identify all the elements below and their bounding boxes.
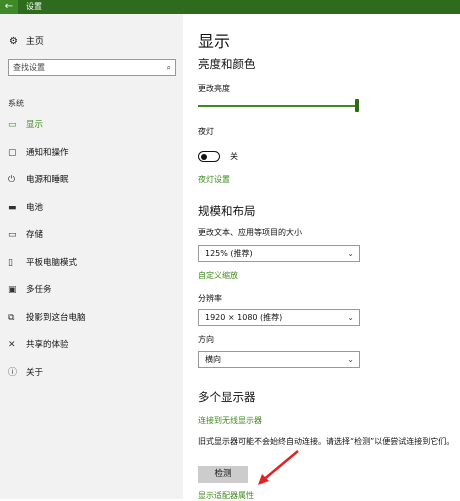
annotation-arrow xyxy=(258,450,299,485)
arrow-shaft xyxy=(261,450,299,482)
